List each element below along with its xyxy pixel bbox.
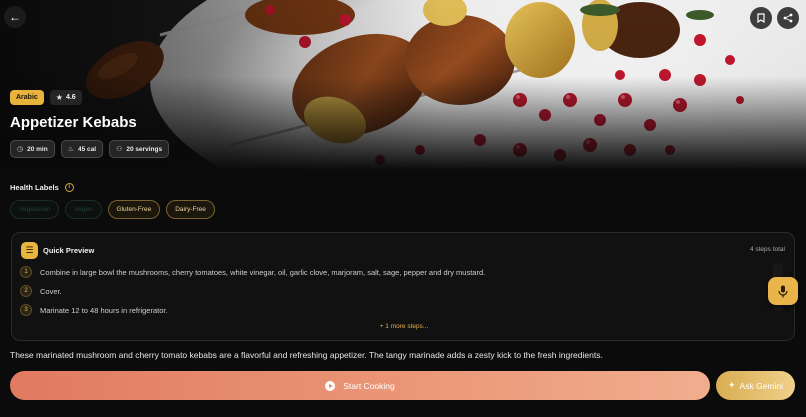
servings-chip: ⚇ 20 servings: [109, 140, 170, 158]
star-icon: ★: [55, 93, 63, 102]
quick-preview-title: Quick Preview: [43, 246, 95, 255]
people-icon: ⚇: [116, 146, 123, 153]
health-chip-vegan[interactable]: Vegan: [65, 200, 102, 219]
health-labels-title: Health Labels: [10, 183, 59, 192]
recipe-title: Appetizer Kebabs: [10, 114, 137, 131]
start-cooking-button[interactable]: Start Cooking: [10, 371, 710, 400]
rating-badge: ★ 4.6: [49, 90, 82, 105]
flame-icon: ♨: [67, 146, 74, 153]
arrow-left-icon: ←: [9, 10, 21, 24]
step-number: 1: [20, 266, 32, 278]
voice-button[interactable]: [768, 277, 798, 305]
servings-value: 20 servings: [126, 145, 163, 153]
health-chip-gluten-free[interactable]: Gluten-Free: [107, 200, 161, 219]
preview-step: 3 Marinate 12 to 48 hours in refrigerato…: [20, 304, 168, 316]
sparkle-icon: ✦: [727, 380, 736, 390]
info-icon[interactable]: i: [64, 183, 74, 192]
step-text: Marinate 12 to 48 hours in refrigerator.: [40, 305, 168, 315]
cuisine-badge: Arabic: [10, 90, 44, 105]
quick-preview-card[interactable]: ☰ Quick Preview 4 steps total 1 Combine …: [11, 232, 795, 341]
health-labels-heading: Health Labels i: [10, 183, 74, 192]
more-steps-link[interactable]: + 1 more steps...: [12, 323, 796, 330]
hero-tags: Arabic ★ 4.6: [10, 90, 82, 105]
share-button[interactable]: [777, 7, 799, 29]
calories-chip: ♨ 45 cal: [60, 140, 104, 158]
step-number: 2: [20, 285, 32, 297]
step-number: 3: [20, 304, 32, 316]
rating-value: 4.6: [65, 94, 76, 101]
bookmark-button[interactable]: [750, 7, 772, 29]
recipe-meta: ◷ 20 min ♨ 45 cal ⚇ 20 servings: [10, 140, 170, 158]
list-icon: ☰: [21, 242, 38, 259]
ask-gemini-button[interactable]: ✦ Ask Gemini: [716, 371, 795, 400]
time-value: 20 min: [27, 145, 48, 153]
calories-value: 45 cal: [77, 145, 97, 153]
recipe-description: These marinated mushroom and cherry toma…: [10, 350, 603, 360]
health-chip-dairy-free[interactable]: Dairy-Free: [166, 200, 215, 219]
start-cooking-label: Start Cooking: [343, 380, 395, 391]
back-button[interactable]: ←: [4, 6, 26, 28]
step-text: Cover.: [40, 286, 62, 296]
health-chip-vegetarian[interactable]: Vegetarian: [10, 200, 60, 219]
bookmark-icon: [757, 13, 765, 23]
time-chip: ◷ 20 min: [10, 140, 55, 158]
microphone-icon: [778, 285, 788, 297]
steps-count: 4 steps total: [749, 246, 785, 253]
ask-gemini-label: Ask Gemini: [739, 380, 783, 391]
step-text: Combine in large bowl the mushrooms, che…: [40, 267, 486, 277]
preview-step: 1 Combine in large bowl the mushrooms, c…: [20, 266, 485, 278]
share-icon: [783, 13, 793, 23]
play-icon: [325, 380, 336, 391]
clock-icon: ◷: [17, 146, 24, 153]
preview-step: 2 Cover.: [20, 285, 62, 297]
health-labels: Vegetarian Vegan Gluten-Free Dairy-Free: [10, 200, 215, 219]
